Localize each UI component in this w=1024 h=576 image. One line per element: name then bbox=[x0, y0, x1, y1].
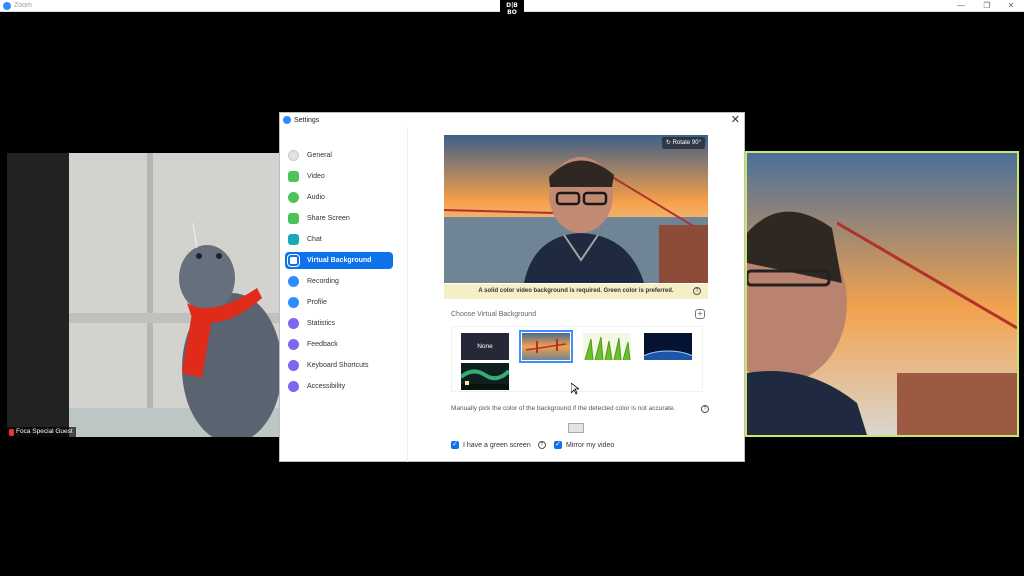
sidebar-item-general[interactable]: General bbox=[285, 147, 393, 164]
green-screen-warning: A solid color video background is requir… bbox=[444, 284, 708, 299]
sidebar-item-share-screen[interactable]: Share Screen bbox=[285, 210, 393, 227]
grass-thumbnail bbox=[583, 333, 631, 360]
minimize-button[interactable]: — bbox=[948, 0, 974, 12]
close-button[interactable]: ✕ bbox=[998, 0, 1024, 12]
sidebar-item-keyboard-shortcuts[interactable]: Keyboard Shortcuts bbox=[285, 357, 393, 374]
sidebar-item-chat[interactable]: Chat bbox=[285, 231, 393, 248]
participant-video-right[interactable] bbox=[745, 151, 1019, 437]
dialog-header: Settings bbox=[280, 113, 744, 127]
statistics-icon bbox=[288, 318, 299, 329]
mouse-cursor-icon bbox=[571, 383, 579, 395]
help-icon[interactable]: ? bbox=[701, 405, 709, 413]
pick-color-label: Manually pick the color of the backgroun… bbox=[451, 405, 676, 412]
channel-logo: D|B BO bbox=[500, 0, 524, 19]
preview-image bbox=[444, 135, 708, 283]
headphones-icon bbox=[288, 192, 299, 203]
earth-thumbnail bbox=[644, 333, 692, 360]
background-earth[interactable] bbox=[644, 333, 692, 360]
background-golden-gate[interactable] bbox=[519, 330, 573, 363]
video-icon bbox=[288, 171, 299, 182]
sidebar-item-profile[interactable]: Profile bbox=[285, 294, 393, 311]
settings-sidebar: General Video Audio Share Screen Chat Vi… bbox=[280, 127, 408, 462]
settings-dialog: Settings ✕ General Video Audio Share Scr… bbox=[279, 112, 745, 462]
aurora-thumbnail bbox=[461, 363, 509, 390]
help-icon[interactable]: ? bbox=[693, 287, 701, 295]
golden-gate-thumbnail bbox=[522, 333, 570, 360]
keyboard-icon bbox=[288, 360, 299, 371]
record-icon bbox=[288, 276, 299, 287]
portrait-icon bbox=[287, 254, 300, 267]
sidebar-item-video[interactable]: Video bbox=[285, 168, 393, 185]
rotate-button[interactable]: ↻ Rotate 90° bbox=[661, 137, 705, 149]
participant-video-left[interactable]: Foca Special Guest bbox=[7, 153, 284, 437]
checkbox-checked-icon[interactable]: ✓ bbox=[451, 441, 459, 449]
sidebar-item-recording[interactable]: Recording bbox=[285, 273, 393, 290]
checkbox-checked-icon[interactable]: ✓ bbox=[554, 441, 562, 449]
plush-toy-video bbox=[7, 153, 284, 437]
background-aurora[interactable] bbox=[461, 363, 509, 390]
add-background-button[interactable]: + bbox=[695, 309, 705, 319]
chat-icon bbox=[288, 234, 299, 245]
muted-mic-icon bbox=[9, 428, 14, 436]
feedback-icon bbox=[288, 339, 299, 350]
video-preview: ↻ Rotate 90° bbox=[444, 135, 708, 283]
profile-icon bbox=[288, 297, 299, 308]
share-screen-icon bbox=[288, 213, 299, 224]
zoom-app-icon bbox=[3, 2, 11, 10]
background-grass[interactable] bbox=[583, 333, 631, 360]
zoom-icon bbox=[283, 116, 291, 124]
close-icon[interactable]: ✕ bbox=[731, 114, 740, 126]
help-icon[interactable]: ? bbox=[537, 441, 546, 449]
dialog-title: Settings bbox=[294, 116, 320, 124]
sidebar-item-virtual-background[interactable]: Virtual Background bbox=[285, 252, 393, 269]
background-color-picker[interactable] bbox=[568, 423, 584, 433]
sidebar-item-statistics[interactable]: Statistics bbox=[285, 315, 393, 332]
accessibility-icon bbox=[288, 381, 299, 392]
choose-background-label: Choose Virtual Background bbox=[451, 311, 537, 318]
green-screen-checkbox[interactable]: ✓ I have a green screen ? bbox=[451, 441, 546, 449]
mirror-video-checkbox[interactable]: ✓ Mirror my video bbox=[554, 441, 614, 449]
sidebar-item-feedback[interactable]: Feedback bbox=[285, 336, 393, 353]
sidebar-item-audio[interactable]: Audio bbox=[285, 189, 393, 206]
maximize-button[interactable]: ❐ bbox=[974, 0, 1000, 12]
rotate-icon: ↻ bbox=[665, 140, 673, 146]
speaker-video bbox=[747, 153, 1017, 435]
participant-name-tag: Foca Special Guest bbox=[7, 427, 76, 437]
background-none[interactable]: None bbox=[461, 333, 509, 360]
gear-icon bbox=[288, 150, 299, 161]
sidebar-item-accessibility[interactable]: Accessibility bbox=[285, 378, 393, 395]
window-title: Zoom bbox=[14, 2, 32, 9]
